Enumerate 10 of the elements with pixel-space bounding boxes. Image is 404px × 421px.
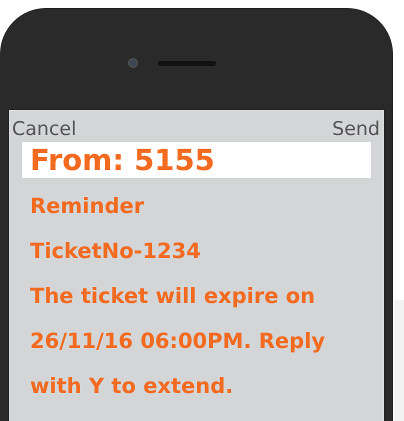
send-button[interactable]: Send — [332, 118, 380, 140]
message-line: TicketNo-1234 — [30, 238, 202, 265]
message-line: with Y to extend. — [30, 373, 234, 400]
camera-icon — [128, 58, 138, 68]
message-line: Reminder — [30, 193, 146, 220]
sender-field: From: 5155 — [22, 142, 371, 178]
message-line: 26/11/16 06:00PM. Reply — [30, 328, 326, 355]
message-line: The ticket will expire on — [30, 283, 316, 310]
cancel-button[interactable]: Cancel — [12, 118, 76, 140]
speaker-icon — [158, 60, 216, 66]
